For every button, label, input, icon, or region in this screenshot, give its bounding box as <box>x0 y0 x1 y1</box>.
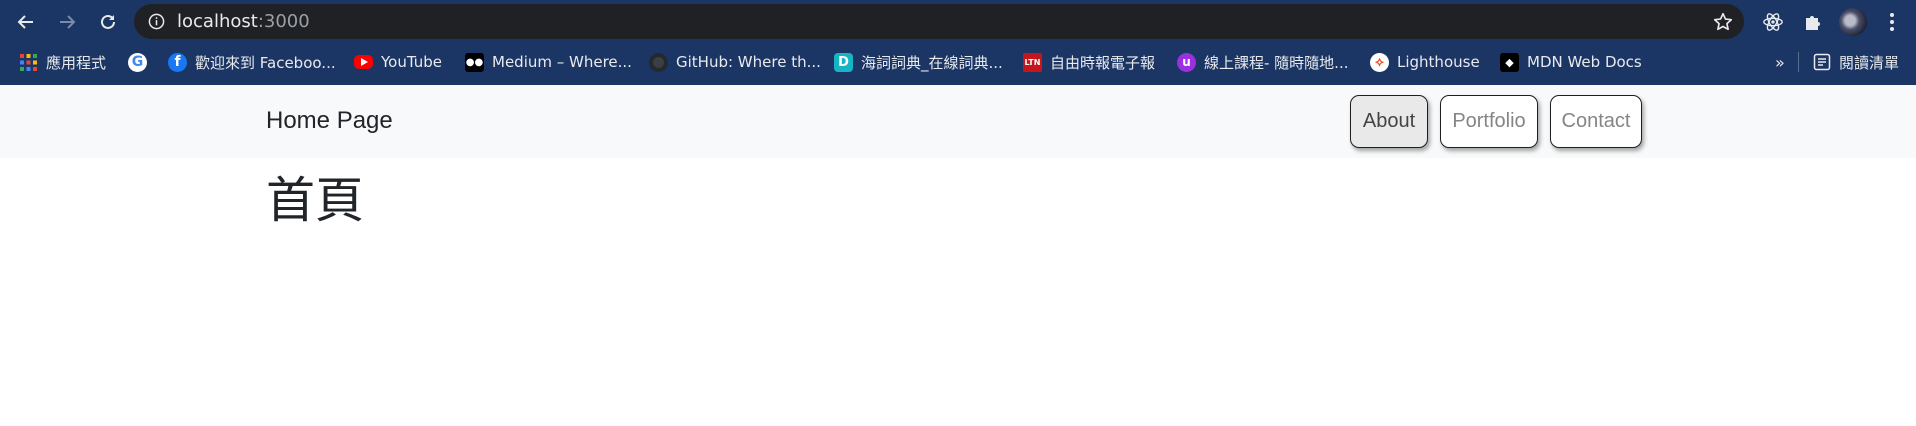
ltn-icon: LTN <box>1023 52 1042 72</box>
bookmark-ltn[interactable]: LTN 自由時報電子報 <box>1023 43 1155 81</box>
navbar-brand[interactable]: Home Page <box>266 106 393 136</box>
bookmark-label: 應用程式 <box>46 53 107 72</box>
medium-icon: ●● <box>465 52 484 72</box>
bookmark-label: 線上課程- 隨時隨地... <box>1204 53 1349 72</box>
bookmark-course[interactable]: u 線上課程- 隨時隨地... <box>1177 43 1349 81</box>
menu-button[interactable] <box>1879 9 1905 35</box>
course-icon: u <box>1177 52 1196 72</box>
arrow-right-icon <box>60 15 76 29</box>
bookmarks-overflow-chevron: » <box>1775 52 1785 72</box>
bookmark-label: 海詞詞典_在線詞典... <box>861 53 1003 72</box>
profile-avatar[interactable] <box>1839 8 1867 36</box>
facebook-icon: f <box>168 52 187 72</box>
bookmark-mdn[interactable]: ◆ MDN Web Docs <box>1500 43 1642 81</box>
reload-icon <box>101 14 115 29</box>
react-icon <box>1763 13 1783 31</box>
back-button[interactable] <box>13 9 39 35</box>
bookmark-youtube[interactable]: YouTube <box>354 43 442 81</box>
lighthouse-icon: ⟡ <box>1370 52 1389 72</box>
bookmark-label: 歡迎來到 Faceboo... <box>195 53 336 72</box>
reading-list-label: 閱讀清單 <box>1839 53 1900 72</box>
puzzle-icon <box>1806 16 1820 30</box>
bookmark-label: MDN Web Docs <box>1527 53 1642 71</box>
bookmark-label: Lighthouse <box>1397 53 1480 71</box>
browser-toolbar: localhost:3000 <box>0 0 1916 43</box>
bookmark-star-icon[interactable] <box>1712 11 1734 33</box>
extensions-button[interactable] <box>1800 9 1826 35</box>
page-viewport: Home Page About Portfolio Contact 首頁 <box>0 85 1916 426</box>
dict-icon: D <box>834 52 853 72</box>
bookmark-facebook[interactable]: f 歡迎來到 Faceboo... <box>168 43 336 81</box>
bookmark-dict[interactable]: D 海詞詞典_在線詞典... <box>834 43 1003 81</box>
bookmark-label: GitHub: Where th... <box>676 53 821 71</box>
bookmarks-overflow-button[interactable]: » <box>1775 43 1785 81</box>
bookmark-label: Medium – Where... <box>492 53 632 71</box>
bookmark-google[interactable]: G <box>128 43 147 81</box>
kebab-menu-icon <box>1890 13 1894 31</box>
url-port: :3000 <box>257 11 310 32</box>
youtube-icon <box>354 55 373 69</box>
arrow-left-icon <box>17 15 33 29</box>
github-icon <box>649 52 668 72</box>
bookmarks-bar: 應用程式 G f 歡迎來到 Faceboo... YouTube ●● Medi… <box>0 43 1916 85</box>
bookmark-lighthouse[interactable]: ⟡ Lighthouse <box>1370 43 1480 81</box>
bookmark-medium[interactable]: ●● Medium – Where... <box>465 43 632 81</box>
apps-grid-icon <box>19 53 38 72</box>
reading-list-button[interactable]: 閱讀清單 <box>1813 43 1899 81</box>
nav-link-contact[interactable]: Contact <box>1550 95 1642 148</box>
url-text[interactable]: localhost:3000 <box>177 10 310 33</box>
nav-link-about[interactable]: About <box>1350 95 1428 148</box>
bookmark-apps[interactable]: 應用程式 <box>19 43 106 81</box>
info-icon[interactable] <box>148 13 165 30</box>
page-title: 首頁 <box>266 172 365 229</box>
address-bar[interactable]: localhost:3000 <box>134 4 1744 39</box>
react-devtools-button[interactable] <box>1760 9 1786 35</box>
nav-link-portfolio[interactable]: Portfolio <box>1440 95 1538 148</box>
bookmark-label: YouTube <box>381 53 442 71</box>
reload-button[interactable] <box>95 9 121 35</box>
bookmark-github[interactable]: GitHub: Where th... <box>649 43 821 81</box>
site-navbar: Home Page About Portfolio Contact <box>0 85 1916 158</box>
forward-button[interactable] <box>54 9 80 35</box>
bookmarks-divider <box>1798 52 1799 72</box>
mdn-icon: ◆ <box>1500 52 1519 72</box>
reading-list-icon <box>1813 53 1831 71</box>
bookmark-label: 自由時報電子報 <box>1050 53 1156 72</box>
url-host: localhost <box>177 11 258 32</box>
google-icon: G <box>128 52 147 72</box>
